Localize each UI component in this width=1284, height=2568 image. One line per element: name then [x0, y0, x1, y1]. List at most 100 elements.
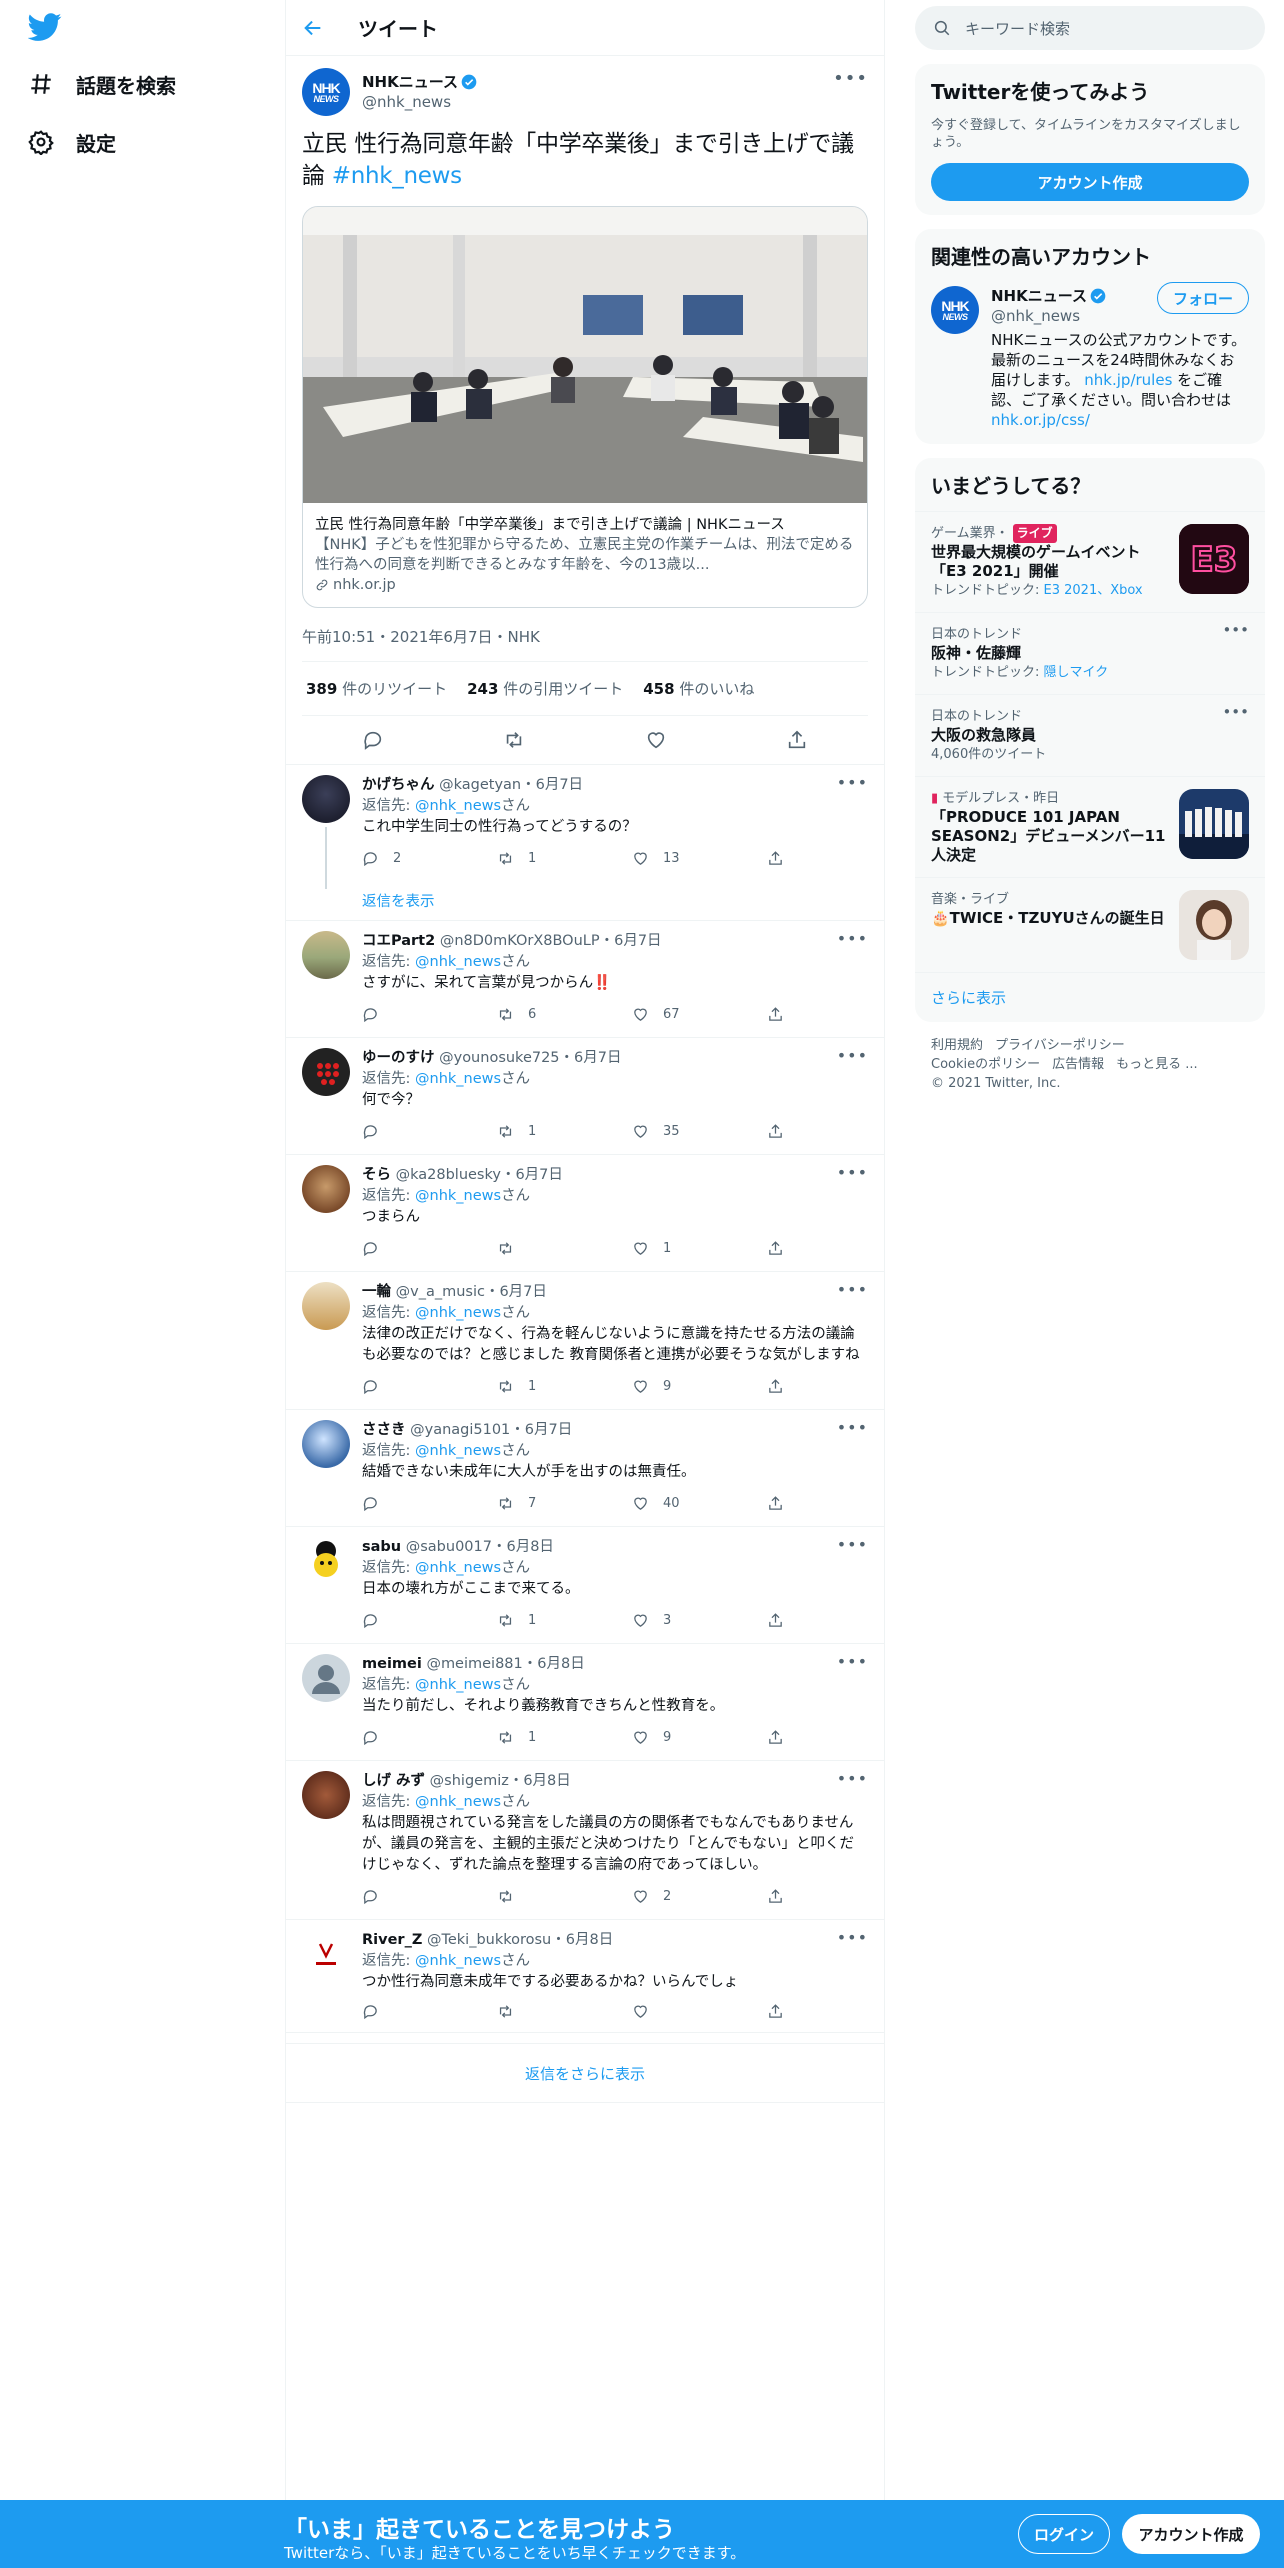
reply-to-link[interactable]: @nhk_news: [415, 1677, 501, 1693]
reply-button[interactable]: 2: [362, 848, 462, 869]
avatar[interactable]: NHK NEWS: [302, 68, 350, 116]
retweet-count[interactable]: 389 件のリツイート: [306, 678, 447, 699]
author-name[interactable]: NHKニュース: [362, 72, 458, 92]
reply-author[interactable]: sabu: [362, 1539, 401, 1555]
retweet-button[interactable]: [497, 1238, 597, 1259]
login-button[interactable]: ログイン: [1018, 2514, 1110, 2554]
more-icon[interactable]: •••: [837, 929, 868, 948]
retweet-button[interactable]: 1: [497, 1727, 597, 1748]
show-more-replies-link[interactable]: 返信をさらに表示: [286, 2043, 884, 2103]
trend-item[interactable]: 日本のトレンド 大阪の救急隊員 4,060件のツイート •••: [915, 694, 1265, 776]
retweet-button[interactable]: [497, 1886, 597, 1907]
reply-to-link[interactable]: @nhk_news: [415, 798, 501, 814]
reply-item[interactable]: sabu @sabu0017・6月8日 返信先: @nhk_newsさん 日本の…: [286, 1527, 884, 1644]
reply-item[interactable]: そら @ka28bluesky・6月7日 返信先: @nhk_newsさん つま…: [286, 1155, 884, 1272]
reply-to-link[interactable]: @nhk_news: [415, 1560, 501, 1576]
author-handle[interactable]: @nhk_news: [362, 92, 477, 112]
reply-author[interactable]: meimei: [362, 1656, 422, 1672]
reply-item[interactable]: ささき @yanagi5101・6月7日 返信先: @nhk_newsさん 結婚…: [286, 1410, 884, 1527]
avatar[interactable]: [302, 931, 350, 979]
footer-link-terms[interactable]: 利用規約: [931, 1038, 983, 1053]
share-button[interactable]: [767, 1493, 787, 1514]
create-account-button[interactable]: アカウント作成: [931, 163, 1249, 201]
more-icon[interactable]: •••: [837, 1280, 868, 1299]
avatar[interactable]: [302, 1420, 350, 1468]
avatar[interactable]: [302, 1654, 350, 1702]
reply-author[interactable]: 一輪: [362, 1284, 391, 1300]
share-button[interactable]: [767, 1004, 787, 1025]
twitter-logo-icon[interactable]: [27, 10, 68, 50]
reply-item[interactable]: ゆーのすけ @younosuke725・6月7日 返信先: @nhk_newsさ…: [286, 1038, 884, 1155]
more-icon[interactable]: •••: [837, 1535, 868, 1554]
reply-button[interactable]: [362, 1727, 462, 1748]
retweet-button[interactable]: 1: [497, 1376, 597, 1397]
nav-explore[interactable]: 話題を検索: [28, 56, 176, 112]
like-button[interactable]: 13: [632, 848, 732, 869]
reply-author[interactable]: しげ みず: [362, 1773, 425, 1789]
trend-topic-link[interactable]: 隠しマイク: [1044, 665, 1109, 680]
more-icon[interactable]: •••: [837, 1769, 868, 1788]
reply-author[interactable]: かげちゃん: [362, 777, 435, 793]
reply-button[interactable]: [362, 1493, 462, 1514]
avatar[interactable]: [302, 1165, 350, 1213]
footer-link-cookies[interactable]: Cookieのポリシー: [931, 1057, 1040, 1072]
hashtag-link[interactable]: #nhk_news: [332, 163, 462, 189]
retweet-button[interactable]: 1: [497, 1121, 597, 1142]
like-button[interactable]: 3: [632, 1610, 732, 1631]
share-button[interactable]: [767, 1727, 787, 1748]
related-bio-link[interactable]: nhk.jp/rules: [1084, 371, 1172, 389]
reply-to-link[interactable]: @nhk_news: [415, 1443, 501, 1459]
search-box[interactable]: キーワード検索: [915, 6, 1265, 50]
trend-item[interactable]: 音楽・ライブ 🎂TWICE・TZUYUさんの誕生日: [915, 877, 1265, 972]
reply-button[interactable]: [362, 1886, 462, 1907]
quote-count[interactable]: 243 件の引用ツイート: [467, 678, 623, 699]
more-icon[interactable]: •••: [837, 1046, 868, 1065]
more-icon[interactable]: •••: [837, 1928, 868, 1947]
like-button[interactable]: [632, 2003, 732, 2020]
show-thread-link[interactable]: 返信を表示: [286, 881, 884, 921]
reply-button[interactable]: [362, 1238, 462, 1259]
reply-to-link[interactable]: @nhk_news: [415, 1953, 501, 1969]
avatar[interactable]: [302, 1282, 350, 1330]
reply-button[interactable]: [362, 1004, 462, 1025]
like-button[interactable]: 9: [632, 1376, 732, 1397]
more-icon[interactable]: •••: [1222, 703, 1249, 721]
show-more-trends-link[interactable]: さらに表示: [915, 972, 1265, 1022]
reply-button[interactable]: [362, 1376, 462, 1397]
reply-author[interactable]: ささき: [362, 1422, 406, 1438]
avatar[interactable]: [302, 1048, 350, 1096]
related-bio-link-2[interactable]: nhk.or.jp/css/: [991, 411, 1090, 429]
share-button[interactable]: [767, 1238, 787, 1259]
reply-author[interactable]: コエPart2: [362, 933, 435, 949]
tweet-timestamp[interactable]: 午前10:51・2021年6月7日・NHK: [302, 612, 868, 662]
reply-icon[interactable]: [362, 729, 384, 751]
search-input[interactable]: キーワード検索: [965, 18, 1070, 39]
retweet-button[interactable]: 1: [497, 1610, 597, 1631]
signup-button[interactable]: アカウント作成: [1122, 2514, 1260, 2554]
trend-topic-link[interactable]: E3 2021、Xbox: [1044, 583, 1143, 598]
link-card[interactable]: 立民 性行為同意年齢「中学卒業後」まで引き上げで議論 | NHKニュース 【NH…: [302, 206, 868, 608]
trend-item[interactable]: ▮ モデルプレス・昨日 「PRODUCE 101 JAPAN SEASON2」デビ…: [915, 776, 1265, 877]
reply-author[interactable]: River_Z: [362, 1932, 422, 1948]
like-button[interactable]: 9: [632, 1727, 732, 1748]
avatar[interactable]: [302, 1930, 350, 1978]
reply-to-link[interactable]: @nhk_news: [415, 1794, 501, 1810]
more-icon[interactable]: •••: [833, 68, 868, 89]
related-name[interactable]: NHKニュース: [991, 286, 1087, 306]
like-button[interactable]: 2: [632, 1886, 732, 1907]
avatar[interactable]: [302, 1537, 350, 1585]
reply-to-link[interactable]: @nhk_news: [415, 1305, 501, 1321]
more-icon[interactable]: •••: [837, 773, 868, 792]
retweet-button[interactable]: 7: [497, 1493, 597, 1514]
retweet-button[interactable]: 1: [497, 848, 597, 869]
retweet-button[interactable]: 6: [497, 1004, 597, 1025]
footer-link-privacy[interactable]: プライバシーポリシー: [995, 1038, 1125, 1053]
reply-item[interactable]: 一輪 @v_a_music・6月7日 返信先: @nhk_newsさん 法律の改…: [286, 1272, 884, 1410]
more-icon[interactable]: •••: [837, 1163, 868, 1182]
retweet-button[interactable]: [497, 2003, 597, 2020]
footer-link-more[interactable]: もっと見る ...: [1116, 1057, 1198, 1072]
share-button[interactable]: [767, 848, 787, 869]
reply-to-link[interactable]: @nhk_news: [415, 1071, 501, 1087]
reply-item[interactable]: コエPart2 @n8D0mKOrX8BOuLP・6月7日 返信先: @nhk_…: [286, 921, 884, 1038]
like-button[interactable]: 35: [632, 1121, 732, 1142]
